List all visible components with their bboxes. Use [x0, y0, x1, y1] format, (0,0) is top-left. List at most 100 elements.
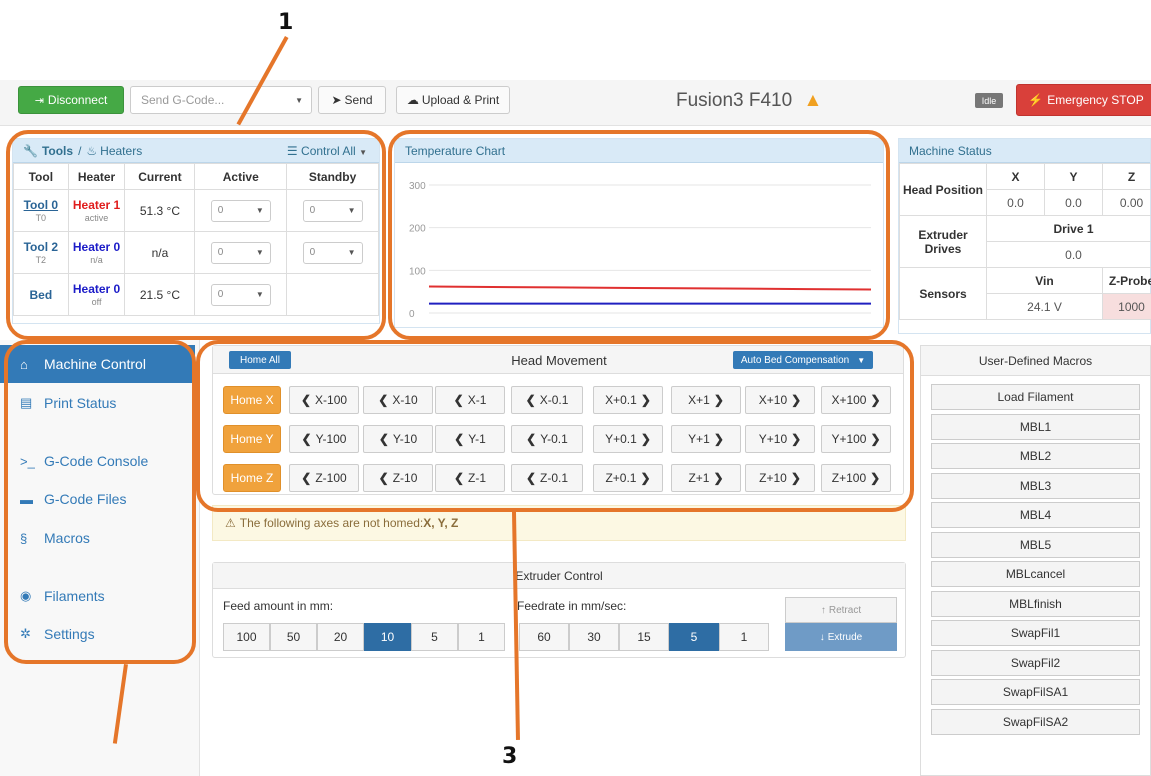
move-button[interactable]: ❮ Y-10 — [363, 425, 433, 453]
heater-1-state: active — [84, 213, 109, 223]
move-button[interactable]: ❮ X-0.1 — [511, 386, 583, 414]
tool-2-sub: T2 — [35, 255, 47, 265]
chevron-right-icon: ❯ — [870, 471, 881, 485]
macro-button[interactable]: SwapFilSA1 — [931, 679, 1140, 705]
move-button[interactable]: ❮ Z-1 — [435, 464, 505, 492]
move-button-label: Z+1 — [688, 471, 710, 485]
tool-2-standby-select[interactable]: 0 ▼ — [302, 241, 363, 264]
move-button[interactable]: Z+1 ❯ — [671, 464, 741, 492]
control-all-dropdown[interactable]: ☰ Control All ▼ — [287, 144, 367, 158]
move-button[interactable]: Y+0.1 ❯ — [593, 425, 663, 453]
move-button[interactable]: Y+10 ❯ — [745, 425, 815, 453]
feed-amount-option[interactable]: 20 — [317, 623, 364, 651]
sidebar-item-filaments[interactable]: ◉ Filaments — [0, 577, 195, 615]
macro-button[interactable]: MBLfinish — [931, 590, 1140, 617]
sidebar-item-gcode-files[interactable]: ▬ G-Code Files — [0, 480, 195, 518]
tool-0-active-select[interactable]: 0 ▼ — [210, 199, 271, 222]
retract-button[interactable]: ↑ Retract — [785, 597, 897, 623]
feedrate-option[interactable]: 5 — [669, 623, 719, 651]
heater-0-name[interactable]: Heater 0 — [73, 240, 120, 254]
move-button[interactable]: ❮ Z-0.1 — [511, 464, 583, 492]
heaters-tab[interactable]: Heaters — [100, 144, 142, 158]
macro-button[interactable]: SwapFilSA2 — [931, 708, 1140, 735]
control-all-label: Control All — [301, 143, 356, 158]
move-button[interactable]: Z+100 ❯ — [821, 464, 891, 492]
feed-amount-option[interactable]: 1 — [458, 623, 505, 651]
sidebar-item-macros[interactable]: § Macros — [0, 519, 195, 557]
bed-heater-name[interactable]: Heater 0 — [73, 282, 120, 296]
move-button[interactable]: ❮ Z-100 — [289, 464, 359, 492]
home-x-button[interactable]: Home X — [223, 386, 281, 414]
feedrate-option[interactable]: 15 — [619, 623, 669, 651]
move-button[interactable]: ❮ Z-10 — [363, 464, 433, 492]
chevron-right-icon: ❯ — [640, 432, 651, 446]
move-button[interactable]: Z+10 ❯ — [745, 464, 815, 492]
sidebar-item-print-status[interactable]: ▤ Print Status — [0, 384, 195, 422]
move-button[interactable]: ❮ X-1 — [435, 386, 505, 414]
upload-print-button[interactable]: ☁ Upload & Print — [396, 86, 510, 114]
auto-bed-compensation-button[interactable]: Auto Bed Compensation ▼ — [733, 351, 873, 369]
bed-active-select[interactable]: 0 ▼ — [210, 283, 271, 306]
move-button[interactable]: X+100 ❯ — [821, 386, 891, 414]
move-button-label: X+1 — [688, 393, 710, 407]
macro-button[interactable]: MBLcancel — [931, 561, 1140, 587]
gcode-input[interactable]: Send G-Code... ▼ — [130, 86, 312, 114]
sidebar-item-settings[interactable]: ✲ Settings — [0, 615, 195, 653]
move-button-label: Y+10 — [758, 432, 788, 446]
move-button-label: Z-10 — [392, 471, 418, 485]
move-button[interactable]: ❮ Y-1 — [435, 425, 505, 453]
disconnect-icon: ⇥ — [34, 94, 44, 107]
move-button-label: Y+100 — [831, 432, 867, 446]
feedrate-option[interactable]: 1 — [719, 623, 769, 651]
move-button[interactable]: ❮ Y-0.1 — [511, 425, 583, 453]
tools-tab[interactable]: Tools — [42, 144, 73, 158]
move-button[interactable]: ❮ X-10 — [363, 386, 433, 414]
move-button[interactable]: X+10 ❯ — [745, 386, 815, 414]
move-button[interactable]: Y+1 ❯ — [671, 425, 741, 453]
move-button[interactable]: Y+100 ❯ — [821, 425, 891, 453]
disconnect-button[interactable]: ⇥ Disconnect — [18, 86, 124, 114]
macro-button[interactable]: MBL5 — [931, 531, 1140, 558]
move-button[interactable]: X+1 ❯ — [671, 386, 741, 414]
extrude-button[interactable]: ↓ Extrude — [785, 623, 897, 651]
feed-amount-option[interactable]: 50 — [270, 623, 317, 651]
macro-button[interactable]: Load Filament — [931, 384, 1140, 410]
macro-button[interactable]: MBL3 — [931, 472, 1140, 499]
send-button[interactable]: ➤ Send — [318, 86, 386, 114]
terminal-icon: >_ — [20, 453, 35, 469]
tool-2-link[interactable]: Tool 2 — [24, 240, 58, 254]
macro-button[interactable]: MBL4 — [931, 502, 1140, 528]
home-y-button[interactable]: Home Y — [223, 425, 281, 453]
tool-0-link[interactable]: Tool 0 — [24, 198, 58, 212]
feedrate-option[interactable]: 60 — [519, 623, 569, 651]
macro-button[interactable]: MBL2 — [931, 443, 1140, 469]
heater-1-name[interactable]: Heater 1 — [73, 198, 120, 212]
axis-x-label: X — [986, 163, 1045, 190]
move-button[interactable]: ❮ X-100 — [289, 386, 359, 414]
sidebar-item-gcode-console[interactable]: >_ G-Code Console — [0, 442, 195, 480]
bed-standby-empty — [286, 273, 379, 316]
callout-3: 3 — [502, 744, 518, 769]
move-button[interactable]: X+0.1 ❯ — [593, 386, 663, 414]
emergency-stop-button[interactable]: ⚡ Emergency STOP — [1016, 84, 1151, 116]
macro-button[interactable]: MBL1 — [931, 413, 1140, 440]
bed-link[interactable]: Bed — [29, 288, 52, 302]
move-button-label: X+0.1 — [605, 393, 637, 407]
tool-0-standby-select[interactable]: 0 ▼ — [302, 199, 363, 222]
move-button[interactable]: Z+0.1 ❯ — [593, 464, 663, 492]
sidebar-item-machine-control[interactable]: ⌂ Machine Control — [0, 345, 195, 383]
send-icon: ➤ — [331, 93, 342, 107]
feedrate-option[interactable]: 30 — [569, 623, 619, 651]
feed-amount-option[interactable]: 10 — [364, 623, 411, 651]
tool-2-active-select[interactable]: 0 ▼ — [210, 241, 271, 264]
feed-amount-option[interactable]: 100 — [223, 623, 270, 651]
home-z-button[interactable]: Home Z — [223, 464, 281, 492]
macro-button[interactable]: SwapFil2 — [931, 649, 1140, 676]
axis-z-label: Z — [1102, 163, 1151, 190]
move-button[interactable]: ❮ Y-100 — [289, 425, 359, 453]
gcode-dropdown-icon[interactable]: ▼ — [295, 96, 303, 105]
macro-button[interactable]: SwapFil1 — [931, 620, 1140, 646]
feed-amount-option[interactable]: 5 — [411, 623, 458, 651]
chevron-right-icon: ❯ — [640, 393, 651, 407]
chevron-left-icon: ❮ — [301, 471, 312, 485]
